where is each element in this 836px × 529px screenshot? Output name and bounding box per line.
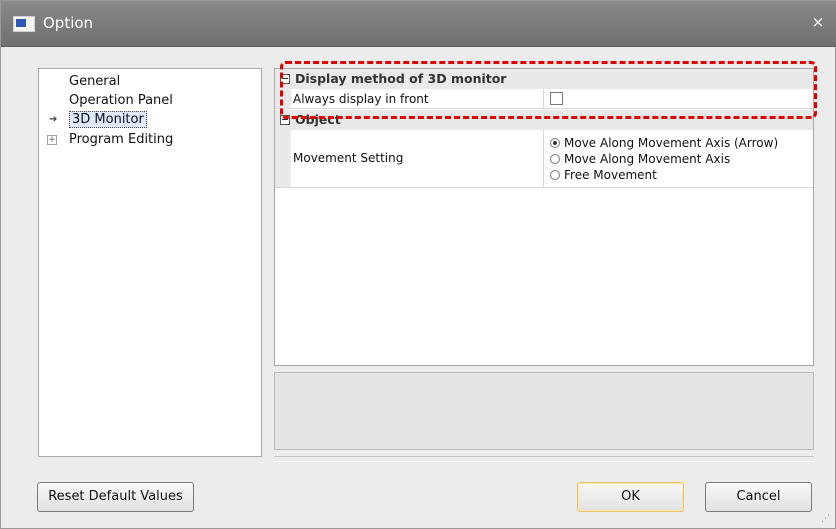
category-display-method[interactable]: Display method of 3D monitor xyxy=(275,69,813,89)
collapse-minus-icon[interactable] xyxy=(280,115,290,125)
radio-label: Free Movement xyxy=(564,168,657,182)
title-bar[interactable]: Option × xyxy=(1,1,836,47)
arrow-right-icon: ➔ xyxy=(49,114,58,125)
column-divider xyxy=(543,89,544,108)
tree-item-operation-panel[interactable]: Operation Panel xyxy=(69,91,173,111)
tree-item-general[interactable]: General xyxy=(69,72,120,92)
property-row-movement-setting[interactable]: Movement Setting Move Along Movement Axi… xyxy=(275,130,813,188)
category-tree[interactable]: General Operation Panel ➔ 3D Monitor + P… xyxy=(38,68,262,457)
radio-label: Move Along Movement Axis (Arrow) xyxy=(564,136,779,150)
tree-item-program-editing[interactable]: Program Editing xyxy=(69,130,173,150)
reset-default-values-button[interactable]: Reset Default Values xyxy=(37,482,194,512)
tree-item-label: 3D Monitor xyxy=(69,111,147,128)
radio-unselected-icon[interactable] xyxy=(550,154,560,164)
property-name: Movement Setting xyxy=(293,151,404,165)
row-gutter xyxy=(275,89,291,108)
radio-unselected-icon[interactable] xyxy=(550,170,560,180)
option-dialog: Option × General Operation Panel ➔ 3D Mo… xyxy=(0,0,836,529)
category-label: Display method of 3D monitor xyxy=(295,71,507,86)
close-button[interactable]: × xyxy=(807,11,829,33)
panel-splitter[interactable] xyxy=(274,456,814,462)
row-gutter xyxy=(275,130,291,187)
expand-plus-icon[interactable]: + xyxy=(47,135,57,145)
column-divider xyxy=(543,130,544,187)
tree-item-label: Operation Panel xyxy=(69,93,173,108)
tree-item-3d-monitor[interactable]: 3D Monitor xyxy=(69,110,147,130)
category-label: Object xyxy=(295,112,341,127)
tree-item-label: General xyxy=(69,74,121,89)
property-name: Always display in front xyxy=(293,92,429,106)
resize-grip-icon[interactable]: ⋰ xyxy=(821,514,831,524)
property-grid[interactable]: Display method of 3D monitor Always disp… xyxy=(274,68,814,366)
window-title: Option xyxy=(43,14,94,32)
collapse-minus-icon[interactable] xyxy=(280,74,290,84)
radio-option-axis[interactable]: Move Along Movement Axis xyxy=(550,151,730,167)
radio-option-arrow[interactable]: Move Along Movement Axis (Arrow) xyxy=(550,135,778,151)
cancel-button[interactable]: Cancel xyxy=(705,482,812,512)
radio-label: Move Along Movement Axis xyxy=(564,152,731,166)
radio-option-free[interactable]: Free Movement xyxy=(550,167,657,183)
radio-selected-icon[interactable] xyxy=(550,138,560,148)
property-row-always-display-in-front[interactable]: Always display in front xyxy=(275,89,813,109)
always-display-in-front-checkbox[interactable] xyxy=(550,92,563,105)
description-panel xyxy=(274,372,814,450)
app-window-icon xyxy=(13,16,35,32)
tree-item-label: Program Editing xyxy=(69,132,174,147)
ok-button[interactable]: OK xyxy=(577,482,684,512)
category-object[interactable]: Object xyxy=(275,110,813,130)
